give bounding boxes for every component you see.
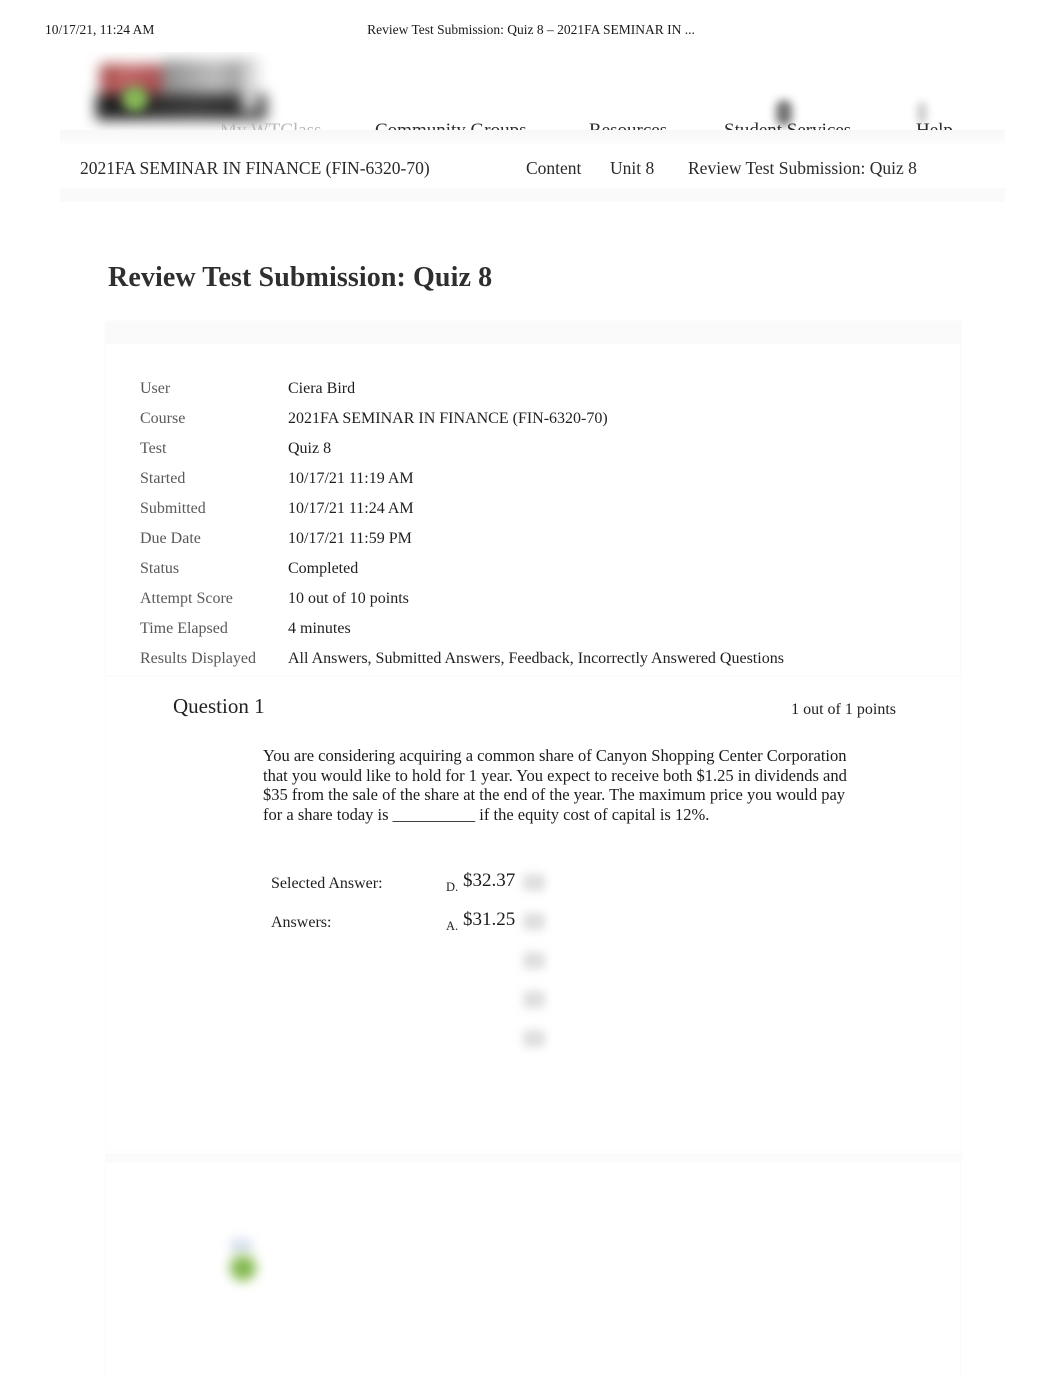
- page-title: Review Test Submission: Quiz 8: [108, 261, 493, 293]
- question-1-points: 1 out of 1 points: [791, 701, 896, 718]
- table-row: Course 2021FA SEMINAR IN FINANCE (FIN-63…: [140, 404, 940, 434]
- question-1-heading: Question 1: [173, 694, 265, 718]
- info-value-user: Ciera Bird: [288, 380, 356, 397]
- info-value-results-displayed: All Answers, Submitted Answers, Feedback…: [288, 650, 784, 667]
- logo-divider: [242, 62, 258, 112]
- status-badge: Completed: [288, 560, 359, 577]
- info-value-due-date: 10/17/21 11:59 PM: [288, 530, 412, 547]
- question-1-text: You are considering acquiring a common s…: [263, 746, 847, 824]
- redacted-option-marker: [523, 913, 545, 930]
- breadcrumb-bottom-shade: [60, 188, 1005, 202]
- table-row: Attempt Score 10 out of 10 points: [140, 584, 940, 614]
- info-label-status: Status: [140, 560, 180, 577]
- breadcrumb-item-unit-8[interactable]: Unit 8: [610, 156, 654, 180]
- info-label-course: Course: [140, 410, 186, 427]
- question-1-answers: Selected Answer: D. $32.37 Answers: A. $…: [271, 869, 891, 947]
- selected-answer-text: $32.37: [463, 870, 516, 891]
- breadcrumb-item-content[interactable]: Content: [526, 156, 581, 180]
- correct-answer-green-icon: [121, 85, 149, 113]
- global-navigation-bar: My WTClass Community Groups Resources St…: [60, 52, 1005, 141]
- info-value-time-elapsed: 4 minutes: [288, 620, 351, 637]
- redacted-option-marker: [523, 952, 545, 969]
- table-row: Status Completed: [140, 554, 940, 584]
- print-document-title: Review Test Submission: Quiz 8 – 2021FA …: [367, 22, 695, 37]
- answer-option-a-text: $31.25: [463, 909, 516, 930]
- nav-bottom-shade: [60, 130, 1005, 144]
- redacted-option-marker: [523, 874, 545, 891]
- table-row: Time Elapsed 4 minutes: [140, 614, 940, 644]
- table-row: Due Date 10/17/21 11:59 PM: [140, 524, 940, 554]
- selected-answer-label: Selected Answer:: [271, 875, 383, 892]
- table-row: User Ciera Bird: [140, 374, 940, 404]
- question-1-card: Question 1 1 out of 1 points You are con…: [105, 676, 961, 1151]
- redacted-option-marker: [523, 991, 545, 1008]
- info-value-course: 2021FA SEMINAR IN FINANCE (FIN-6320-70): [288, 410, 608, 427]
- redacted-option-marker: [523, 1030, 545, 1047]
- info-value-attempt-score: 10 out of 10 points: [288, 590, 409, 607]
- info-label-time-elapsed: Time Elapsed: [140, 620, 228, 637]
- info-label-started: Started: [140, 470, 186, 487]
- info-label-attempt-score: Attempt Score: [140, 590, 233, 607]
- selected-answer-letter: D.: [446, 880, 459, 894]
- answers-label: Answers:: [271, 914, 332, 931]
- question-1-header: Question 1 1 out of 1 points: [106, 677, 962, 735]
- info-label-user: User: [140, 380, 171, 397]
- attempt-info-card: User Ciera Bird Course 2021FA SEMINAR IN…: [105, 321, 962, 676]
- breadcrumb: 2021FA SEMINAR IN FINANCE (FIN-6320-70) …: [60, 144, 1005, 202]
- card-top-strip: [106, 322, 962, 344]
- info-label-test: Test: [140, 440, 167, 457]
- answer-option-a-letter: A.: [446, 919, 459, 933]
- table-row: Test Quiz 8: [140, 434, 940, 464]
- correct-answer-green-icon: [228, 1252, 258, 1282]
- question-2-top-strip: [106, 1153, 962, 1163]
- info-value-started: 10/17/21 11:19 AM: [288, 470, 414, 487]
- table-row: Results Displayed All Answers, Submitted…: [140, 644, 940, 674]
- info-value-test: Quiz 8: [288, 440, 332, 457]
- info-label-due-date: Due Date: [140, 530, 201, 547]
- print-header: 10/17/21, 11:24 AM Review Test Submissio…: [0, 22, 1062, 42]
- attempt-info-table: User Ciera Bird Course 2021FA SEMINAR IN…: [140, 374, 940, 674]
- selected-answer-row: Selected Answer: D. $32.37: [271, 869, 891, 908]
- breadcrumb-item-review-test-submission: Review Test Submission: Quiz 8: [688, 158, 917, 178]
- info-value-submitted: 10/17/21 11:24 AM: [288, 500, 414, 517]
- info-label-results-displayed: Results Displayed: [140, 650, 256, 667]
- table-row: Submitted 10/17/21 11:24 AM: [140, 494, 940, 524]
- breadcrumb-course[interactable]: 2021FA SEMINAR IN FINANCE (FIN-6320-70): [80, 156, 430, 180]
- answers-row: Answers: A. $31.25: [271, 908, 891, 947]
- info-label-submitted: Submitted: [140, 500, 206, 517]
- table-row: Started 10/17/21 11:19 AM: [140, 464, 940, 494]
